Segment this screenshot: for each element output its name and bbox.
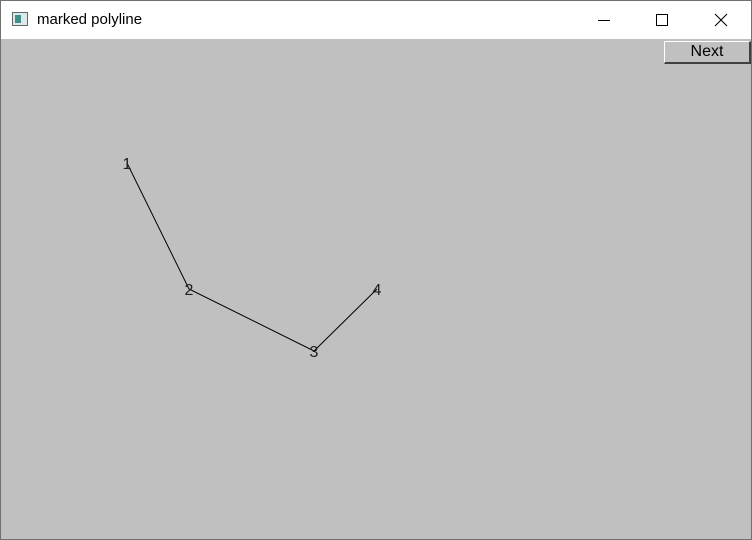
polyline-marker-1: 1	[123, 156, 132, 173]
polyline-marker-3: 3	[310, 344, 319, 361]
polyline-marker-4: 4	[373, 282, 382, 299]
polyline-canvas: 1 2 3 4	[123, 156, 382, 361]
polyline-marker-2: 2	[185, 282, 194, 299]
polyline	[126, 162, 378, 352]
maximize-button[interactable]	[633, 1, 691, 39]
app-window-icon	[12, 12, 28, 26]
title-bar[interactable]: marked polyline	[1, 1, 751, 39]
app-window: marked polyline 1 2 3 4 Next	[0, 0, 752, 540]
minimize-button[interactable]	[575, 1, 633, 39]
maximize-icon	[656, 14, 668, 26]
window-title: marked polyline	[37, 11, 143, 28]
close-button[interactable]	[692, 1, 750, 39]
minimize-icon	[598, 20, 610, 21]
next-button[interactable]: Next	[664, 41, 751, 64]
close-icon	[714, 13, 728, 27]
drawing-area[interactable]: 1 2 3 4 Next	[1, 39, 751, 539]
